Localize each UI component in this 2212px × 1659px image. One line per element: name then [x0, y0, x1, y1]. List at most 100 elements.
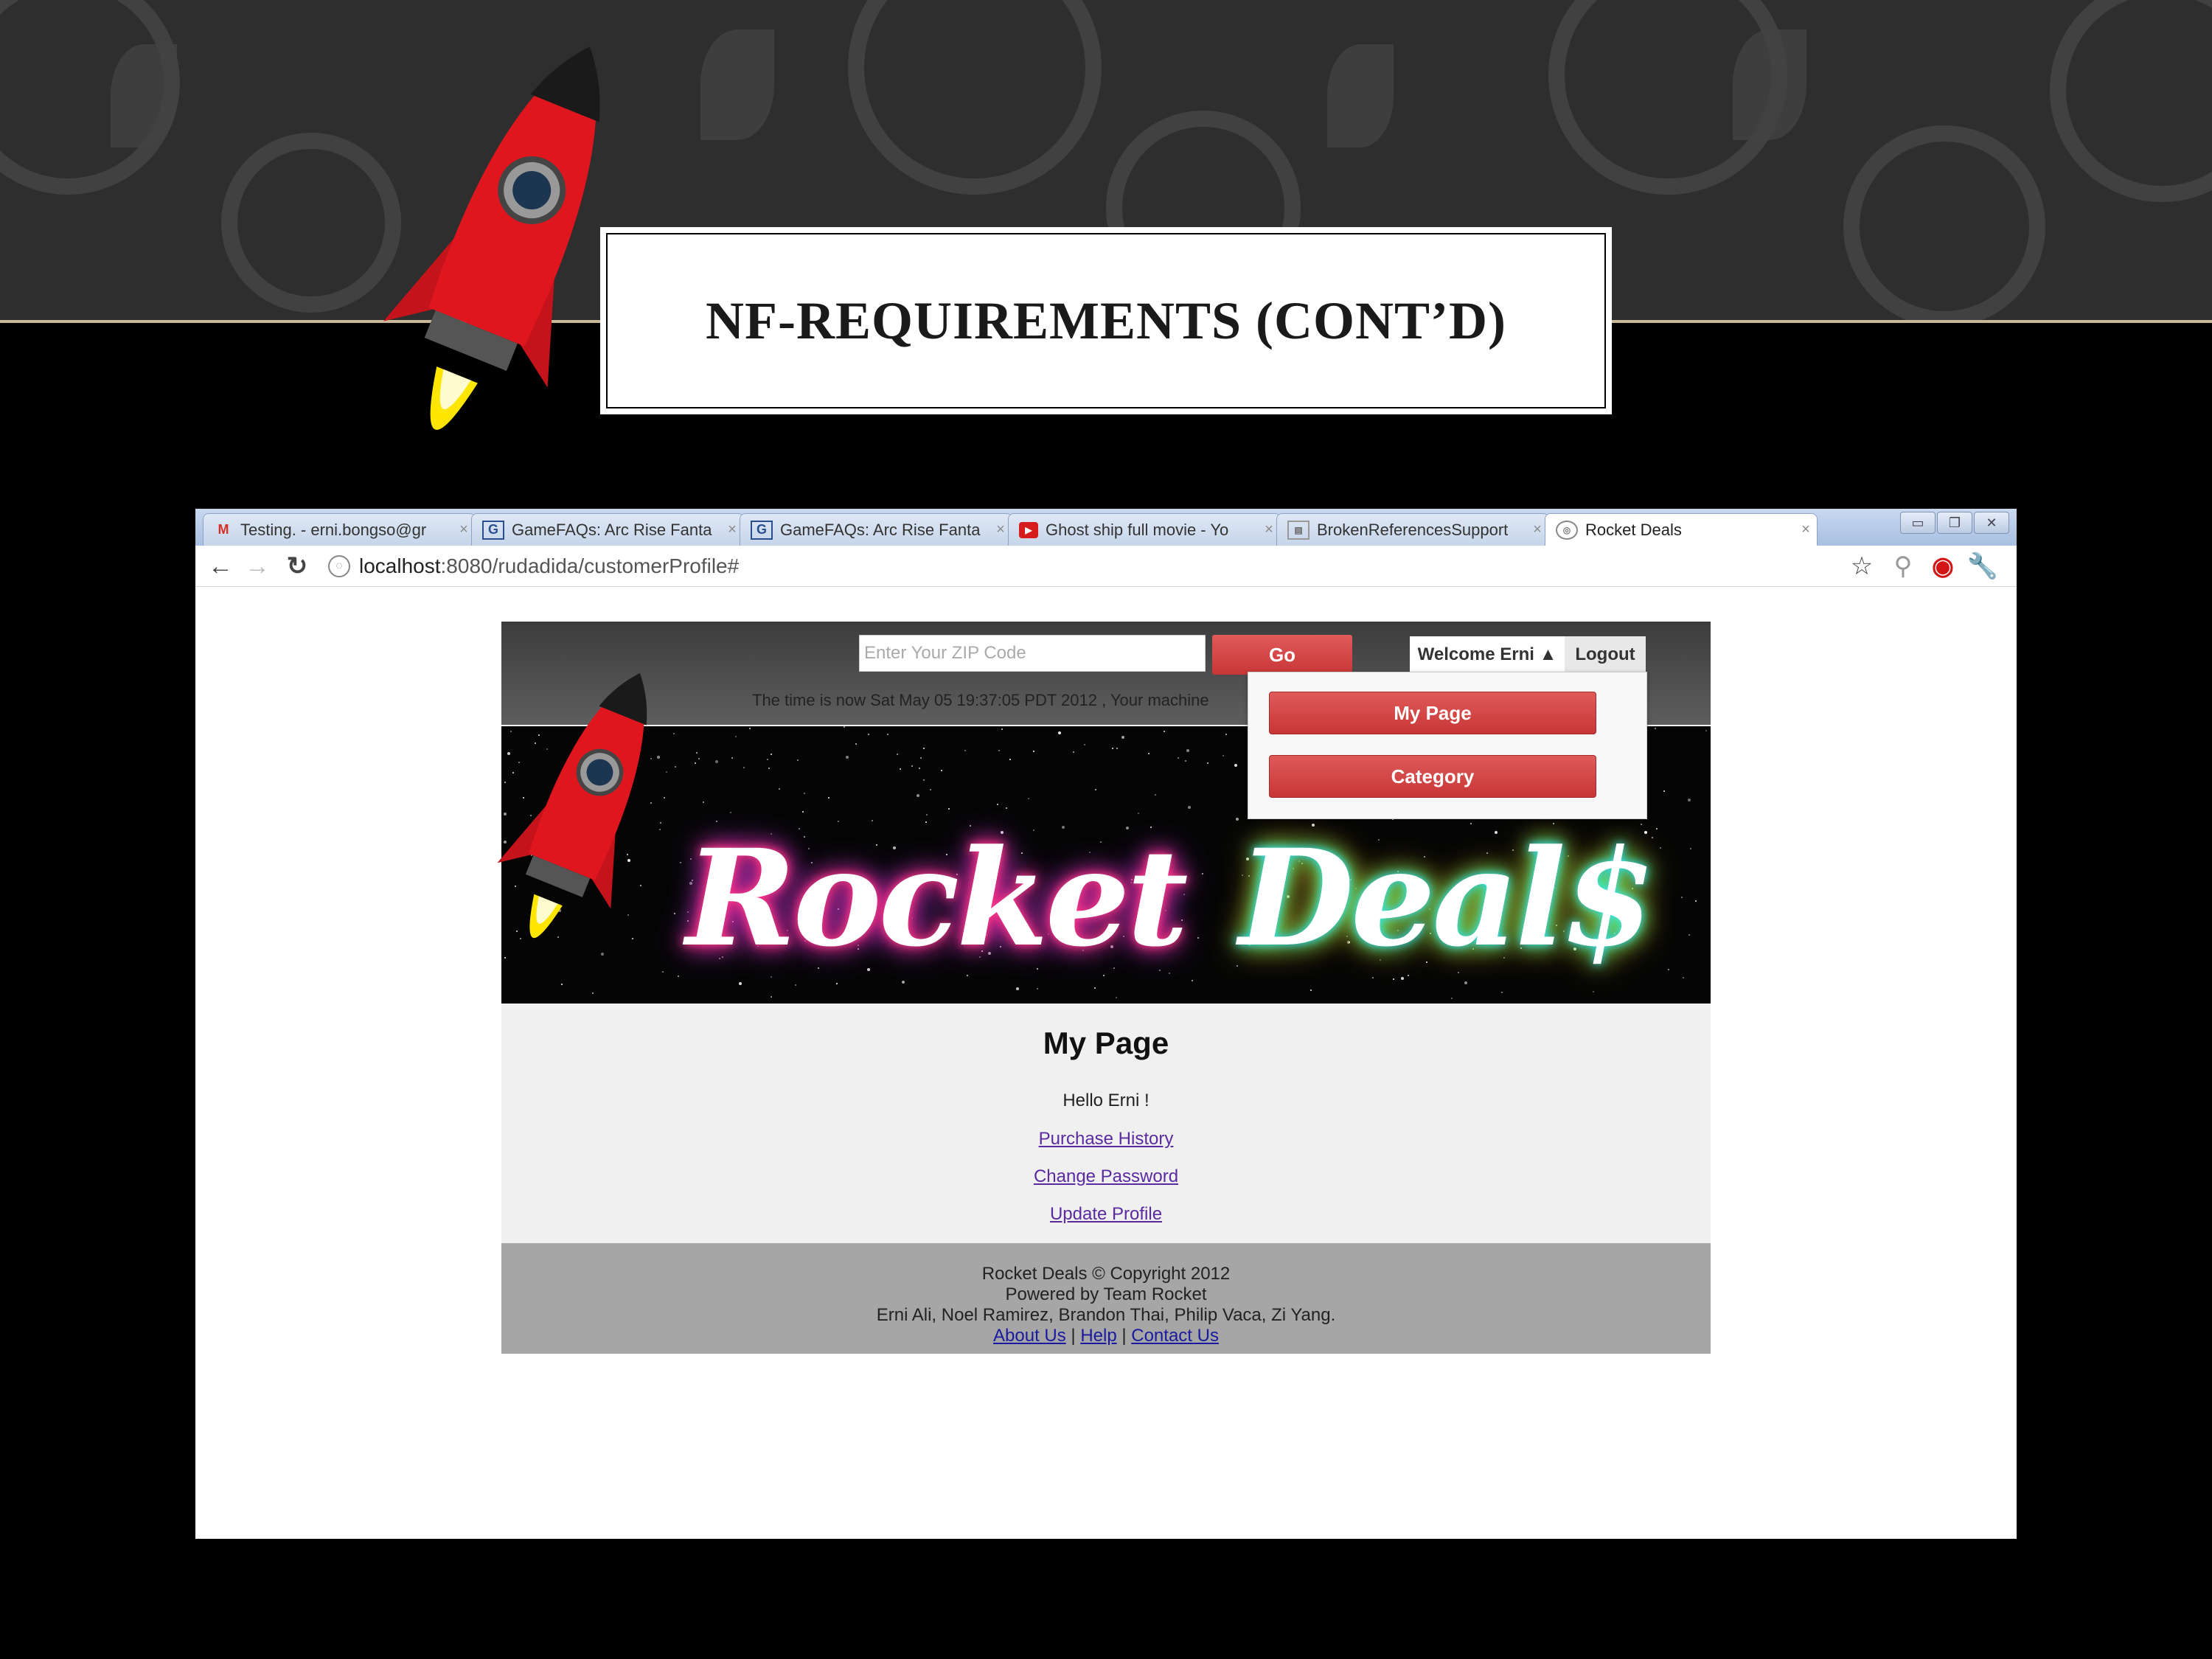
star-dot	[696, 752, 698, 754]
restore-icon[interactable]: ❐	[1937, 512, 1972, 534]
star-dot	[703, 801, 704, 803]
contact-us-link[interactable]: Contact Us	[1131, 1326, 1219, 1346]
star-dot	[1705, 730, 1707, 731]
tab-label: Rocket Deals	[1585, 520, 1682, 539]
star-dot	[1197, 937, 1199, 939]
star-dot	[802, 811, 804, 813]
purchase-history-link[interactable]: Purchase History	[501, 1129, 1711, 1150]
star-dot	[948, 808, 950, 810]
star-dot	[1202, 873, 1203, 874]
star-dot	[674, 913, 675, 914]
footer-links: About Us | Help | Contact Us	[501, 1326, 1711, 1346]
url-host: localhost	[359, 554, 441, 577]
extension-icon[interactable]: ⚲	[1888, 552, 1918, 581]
star-dot	[1164, 731, 1165, 732]
about-us-link[interactable]: About Us	[993, 1326, 1066, 1346]
star-dot	[1095, 789, 1096, 790]
star-dot	[673, 733, 675, 734]
star-dot	[771, 996, 772, 998]
star-dot	[1593, 991, 1594, 992]
page-icon: ▤	[1287, 520, 1310, 540]
slide-title: NF-REQUIREMENTS (CONT’D)	[706, 291, 1506, 350]
star-dot	[675, 766, 676, 768]
powered-by-text: Powered by Team Rocket	[1005, 1284, 1207, 1304]
star-dot	[797, 759, 799, 761]
star-dot	[1121, 736, 1124, 739]
star-dot	[1037, 988, 1038, 990]
star-dot	[1073, 751, 1074, 753]
tab-label: Ghost ship full movie - Yo	[1046, 520, 1229, 539]
star-dot	[900, 768, 901, 770]
banner-logo-deals: Deal$	[1239, 821, 1655, 976]
main-content: My Page Hello Erni ! Purchase History Ch…	[501, 1004, 1711, 1239]
back-icon[interactable]: ←	[206, 552, 235, 581]
star-dot	[911, 765, 913, 767]
browser-tab[interactable]: M Testing. - erni.bongso@gr ×	[203, 513, 476, 546]
go-button[interactable]: Go	[1212, 635, 1352, 675]
help-link[interactable]: Help	[1080, 1326, 1116, 1346]
wrench-icon[interactable]: 🔧	[1967, 552, 1998, 581]
star-dot	[998, 750, 1000, 751]
greeting-text: Hello Erni !	[1062, 1091, 1150, 1110]
browser-tab[interactable]: ▤ BrokenReferencesSupport ×	[1276, 513, 1549, 546]
star-dot	[828, 797, 830, 799]
star-dot	[1683, 977, 1684, 978]
gmail-icon: M	[218, 522, 229, 537]
category-button[interactable]: Category	[1269, 755, 1596, 798]
site-info-icon[interactable]: ◌	[328, 555, 350, 577]
browser-tab[interactable]: G GameFAQs: Arc Rise Fanta ×	[740, 513, 1012, 546]
star-dot	[735, 736, 737, 737]
close-window-icon[interactable]: ✕	[1974, 512, 2009, 534]
change-password-link[interactable]: Change Password	[501, 1166, 1711, 1187]
star-dot	[1185, 760, 1186, 762]
slide-title-box: NF-REQUIREMENTS (CONT’D)	[600, 227, 1612, 414]
star-dot	[743, 767, 745, 768]
star-dot	[749, 728, 751, 729]
star-dot	[771, 976, 772, 978]
star-dot	[715, 760, 718, 763]
rocket-deals-page: Go Welcome Erni ▲ Logout The time is now…	[497, 622, 1711, 1354]
browser-tab[interactable]: G GameFAQs: Arc Rise Fanta ×	[471, 513, 744, 546]
tab-close-icon[interactable]: ×	[1795, 521, 1817, 538]
star-dot	[1393, 978, 1394, 980]
welcome-menu[interactable]: Welcome Erni ▲	[1410, 636, 1565, 673]
star-dot	[941, 770, 942, 771]
browser-tab[interactable]: ▶ Ghost ship full movie - Yo ×	[1008, 513, 1281, 546]
star-dot	[795, 984, 796, 986]
reload-icon[interactable]: ↻	[282, 552, 312, 581]
window-controls: ▭ ❐ ✕	[1900, 512, 2009, 534]
my-page-button[interactable]: My Page	[1269, 692, 1596, 734]
star-dot	[1033, 751, 1034, 752]
star-dot	[1016, 987, 1019, 990]
address-bar[interactable]: ◌ localhost :8080/rudadida/customerProfi…	[328, 550, 2017, 582]
star-dot	[1094, 987, 1096, 989]
bookmark-star-icon[interactable]: ☆	[1847, 552, 1877, 581]
star-dot	[1116, 997, 1117, 998]
opera-icon[interactable]: ◉	[1928, 552, 1958, 581]
star-dot	[1058, 731, 1061, 734]
browser-tab-active[interactable]: ◎ Rocket Deals ×	[1545, 513, 1818, 546]
star-dot	[923, 748, 925, 749]
update-profile-link[interactable]: Update Profile	[501, 1204, 1711, 1225]
star-dot	[1688, 799, 1691, 801]
star-dot	[1084, 744, 1085, 745]
footer-separator: |	[1121, 1326, 1127, 1346]
banner-logo-rocket: Rocket	[686, 821, 1189, 976]
star-dot	[855, 743, 857, 745]
star-dot	[1655, 728, 1656, 729]
star-dot	[1001, 728, 1003, 730]
star-dot	[1464, 981, 1467, 984]
zip-code-input[interactable]	[859, 635, 1206, 672]
url-path: :8080/rudadida/customerProfile#	[440, 554, 740, 577]
star-dot	[1028, 798, 1029, 799]
logout-button[interactable]: Logout	[1565, 636, 1646, 673]
star-dot	[771, 754, 772, 755]
star-dot	[923, 779, 925, 781]
minimize-icon[interactable]: ▭	[1900, 512, 1935, 534]
forward-icon[interactable]: →	[243, 552, 272, 581]
star-dot	[695, 762, 696, 764]
star-dot	[1009, 759, 1011, 760]
star-dot	[1372, 977, 1374, 978]
star-dot	[1690, 848, 1691, 849]
star-dot	[768, 768, 770, 769]
